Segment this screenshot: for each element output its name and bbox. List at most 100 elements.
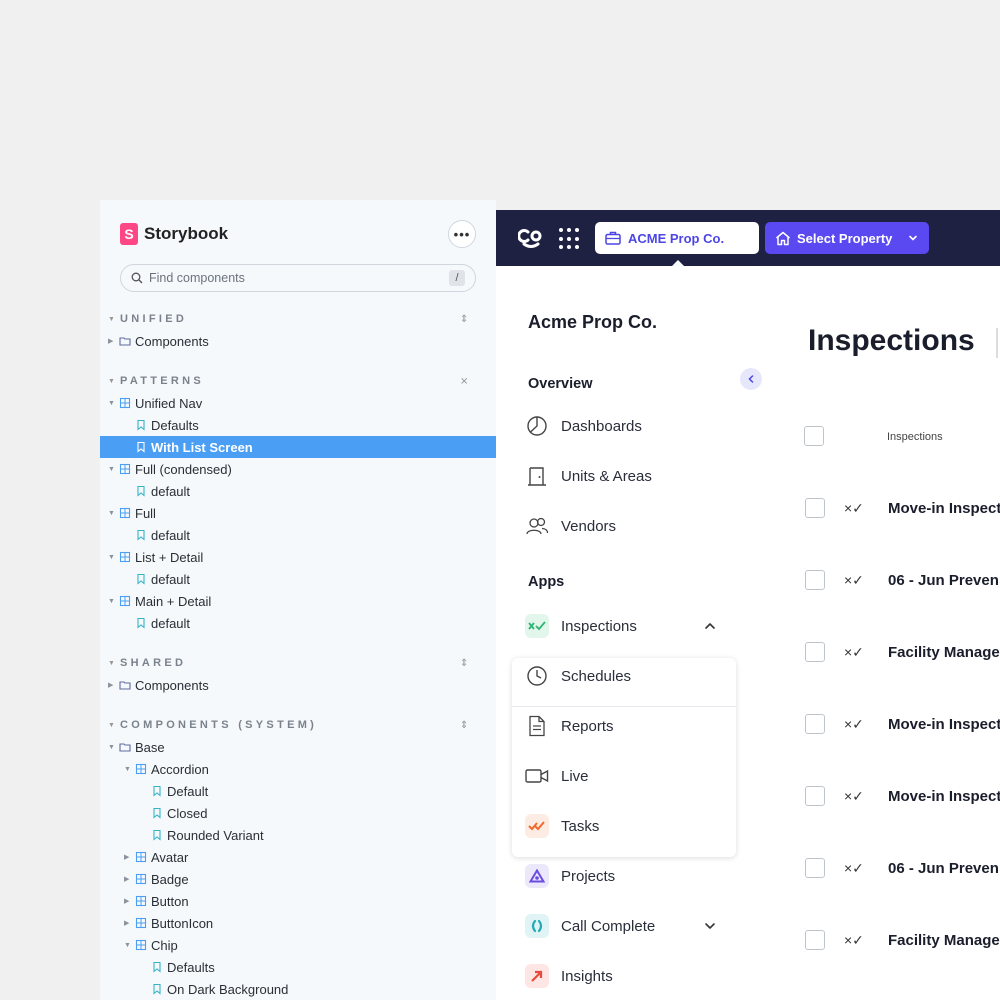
tree-item-component[interactable]: ▼ List + Detail (100, 546, 496, 568)
tree-item-story[interactable]: default (100, 480, 496, 502)
tree-item-folder[interactable]: ▶ Components (100, 330, 496, 352)
tree-item-folder[interactable]: ▼ Base (100, 736, 496, 758)
more-options-button[interactable]: ••• (448, 220, 476, 248)
inspection-row-title[interactable]: Move-in Inspect (888, 716, 1000, 733)
collapse-all-icon[interactable]: ⨯ (460, 376, 468, 387)
row-checkbox[interactable] (805, 786, 825, 806)
tree-item-label: Rounded Variant (167, 827, 264, 843)
caret-down-icon: ▼ (108, 377, 115, 385)
nav-item-label: Vendors (561, 517, 617, 535)
row-checkbox[interactable] (805, 858, 825, 878)
nav-item-call-complete[interactable]: Call Complete (512, 902, 736, 950)
tree-item-label: ButtonIcon (151, 915, 214, 931)
folder-icon (119, 741, 131, 753)
tree-item-component[interactable]: ▼ Chip (100, 934, 496, 956)
tree-item-story[interactable]: Closed (100, 802, 496, 824)
row-checkbox[interactable] (805, 570, 825, 590)
tree-item-story[interactable]: Defaults (100, 956, 496, 978)
tree-group[interactable]: ▼ COMPONENTS (SYSTEM) ⇕ (100, 714, 496, 736)
nav-item-dashboards[interactable]: Dashboards (512, 402, 736, 450)
nav-item-units-areas[interactable]: Units & Areas (512, 452, 736, 500)
expand-all-icon[interactable]: ⇕ (460, 720, 468, 731)
inspection-row-title[interactable]: 06 - Jun Preven (888, 572, 999, 589)
story-tree: ▼ UNIFIED ⇕ ▶ Components ▼ PATTERNS ⨯ ▼ Unified N… (100, 308, 496, 1000)
app-preview: ACME Prop Co. Select Property Acme Prop … (496, 210, 1000, 1000)
collapse-nav-button[interactable] (740, 368, 762, 390)
expand-all-icon[interactable]: ⇕ (460, 314, 468, 325)
document-icon (525, 714, 549, 738)
tree-item-component[interactable]: ▼ Unified Nav (100, 392, 496, 414)
caret-down-icon: ▼ (108, 315, 115, 323)
caret-right-icon: ▶ (124, 876, 130, 883)
tree-item-label: default (151, 571, 191, 587)
tree-group[interactable]: ▼ UNIFIED ⇕ (100, 308, 496, 330)
inspection-row-title[interactable]: Facility Manage (888, 644, 1000, 661)
tree-item-label: Components (135, 333, 209, 349)
bookmark-icon (151, 829, 163, 841)
inspection-row-title[interactable]: Move-in Inspect (888, 500, 1000, 517)
chevron-left-icon (748, 375, 754, 383)
inspection-row-title[interactable]: Move-in Inspect (888, 788, 1000, 805)
inspection-row-title[interactable]: Facility Manage (888, 932, 1000, 949)
expand-all-icon[interactable]: ⇕ (460, 658, 468, 669)
tree-item-component[interactable]: ▶ Button (100, 890, 496, 912)
tree-item-story[interactable]: default (100, 568, 496, 590)
tree-item-label: Defaults (151, 417, 199, 433)
nav-item-projects[interactable]: Projects (512, 852, 736, 900)
tree-item-component[interactable]: ▶ Avatar (100, 846, 496, 868)
tree-item-label: Badge (151, 871, 189, 887)
nav-item-tasks[interactable]: Tasks (512, 802, 736, 850)
tree-item-story[interactable]: Defaults (100, 414, 496, 436)
caret-down-icon: ▼ (124, 941, 131, 949)
tree-item-component[interactable]: ▼ Main + Detail (100, 590, 496, 612)
tree-group[interactable]: ▼ PATTERNS ⨯ (100, 370, 496, 392)
tree-item-component[interactable]: ▼ Full (condensed) (100, 458, 496, 480)
co-logo-icon (517, 229, 542, 248)
chevron-up-icon[interactable] (704, 621, 716, 631)
nav-item-insights[interactable]: Insights (512, 952, 736, 1000)
bookmark-icon (135, 441, 147, 453)
row-checkbox[interactable] (805, 714, 825, 734)
tree-item-component[interactable]: ▶ Badge (100, 868, 496, 890)
tree-item-story[interactable]: default (100, 612, 496, 634)
tree-item-story[interactable]: default (100, 524, 496, 546)
caret-down-icon: ▼ (108, 509, 115, 517)
bookmark-icon (151, 807, 163, 819)
nav-section-apps: Apps (528, 574, 565, 590)
tree-item-label: On Dark Background (167, 981, 289, 997)
storybook-brand[interactable]: S Storybook (120, 222, 228, 246)
organization-label: ACME Prop Co. (628, 230, 725, 246)
tree-group[interactable]: ▼ SHARED ⇕ (100, 652, 496, 674)
caret-down-icon: ▼ (108, 597, 115, 605)
row-checkbox[interactable] (805, 498, 825, 518)
call-complete-icon (525, 914, 549, 938)
nav-item-vendors[interactable]: Vendors (512, 502, 736, 550)
search-input[interactable] (149, 271, 449, 285)
nav-item-live[interactable]: Live (512, 752, 736, 800)
tree-item-story[interactable]: On Dark Background (100, 978, 496, 1000)
inspection-status-icon: ×✓ (844, 932, 864, 948)
row-checkbox[interactable] (805, 642, 825, 662)
nav-item-label: Projects (561, 867, 616, 885)
tree-item-component[interactable]: ▶ ButtonIcon (100, 912, 496, 934)
inspection-row-title[interactable]: 06 - Jun Preven (888, 860, 999, 877)
select-property-button[interactable]: Select Property (765, 222, 929, 254)
nav-item-inspections[interactable]: Inspections (512, 602, 736, 650)
tree-item-component[interactable]: ▼ Accordion (100, 758, 496, 780)
tree-item-folder[interactable]: ▶ Components (100, 674, 496, 696)
tree-item-story[interactable]: Default (100, 780, 496, 802)
tree-item-story[interactable]: Rounded Variant (100, 824, 496, 846)
component-icon (119, 551, 131, 563)
app-switcher-icon[interactable] (559, 228, 581, 250)
select-all-checkbox[interactable] (804, 426, 824, 446)
organization-button[interactable]: ACME Prop Co. (595, 222, 759, 254)
main-content: Inspections Inspections ×✓ Move-in Inspec… (752, 266, 1000, 1000)
tree-item-component[interactable]: ▼ Full (100, 502, 496, 524)
briefcase-icon (605, 231, 621, 245)
nav-item-reports[interactable]: Reports (512, 702, 736, 750)
chevron-down-icon[interactable] (704, 921, 716, 931)
nav-item-schedules[interactable]: Schedules (512, 652, 736, 700)
app-logo[interactable] (517, 226, 544, 256)
tree-item-story[interactable]: With List Screen (100, 436, 496, 458)
row-checkbox[interactable] (805, 930, 825, 950)
